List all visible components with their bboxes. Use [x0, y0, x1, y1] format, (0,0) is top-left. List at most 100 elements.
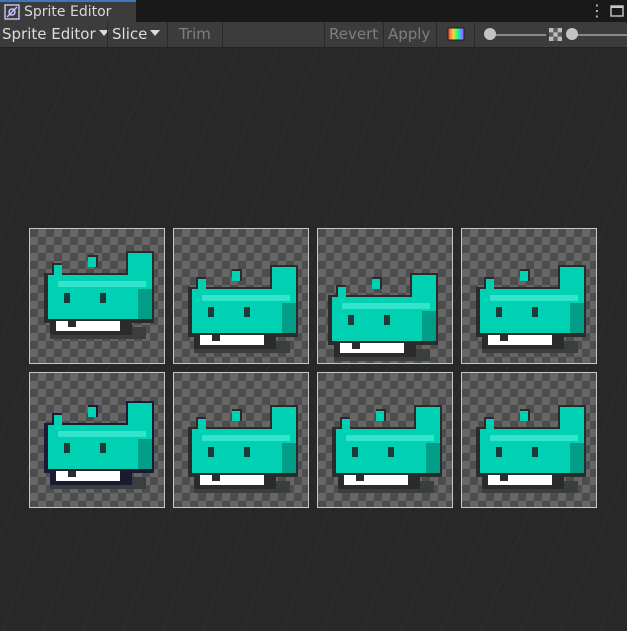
sprite-eye-left	[64, 293, 70, 303]
sprite-eye-left	[208, 307, 214, 317]
chevron-down-icon	[150, 30, 161, 36]
apply-button[interactable]: Apply	[388, 22, 430, 47]
toolbar-divider	[474, 22, 475, 47]
sprite-tooth-gap	[68, 321, 76, 327]
trim-button[interactable]: Trim	[179, 22, 211, 47]
sprite-image	[328, 273, 438, 361]
sprite-ear	[338, 287, 346, 297]
zoom-slider-thumb[interactable]	[484, 28, 496, 40]
sprite-eye-left	[496, 447, 502, 457]
sprite-ear	[232, 271, 240, 281]
sprite-highlight	[490, 295, 578, 301]
sprite-ear	[198, 419, 206, 429]
sprite-mouth	[56, 321, 120, 331]
sprite-mouth	[200, 475, 264, 485]
maximize-icon[interactable]	[609, 3, 625, 19]
sprite-image	[44, 401, 154, 489]
sprite-ear	[54, 265, 62, 275]
sprite-mouth	[488, 335, 552, 345]
toolbar-divider	[107, 22, 108, 47]
sprite-eye-right	[532, 447, 538, 457]
slice-dropdown-label: Slice	[112, 25, 148, 43]
sprite-tooth-gap	[500, 475, 508, 481]
sprite-eye-right	[100, 293, 106, 303]
sprite-mouth	[340, 343, 404, 353]
sprite-frame-cell[interactable]	[173, 372, 309, 508]
sprite-eye-right	[384, 315, 390, 325]
mode-dropdown[interactable]: Sprite Editor	[2, 22, 109, 47]
sprite-ear	[520, 271, 528, 281]
sprite-mouth	[200, 335, 264, 345]
revert-button[interactable]: Revert	[329, 22, 378, 47]
sprite-shade	[138, 439, 152, 469]
sprite-shade	[138, 289, 152, 319]
sprite-frame-cell[interactable]	[461, 372, 597, 508]
sprite-highlight	[58, 431, 146, 437]
sprite-eye-left	[208, 447, 214, 457]
sprite-ear	[486, 279, 494, 289]
toolbar-divider	[222, 22, 223, 47]
sprite-frame-cell[interactable]	[317, 228, 453, 364]
sprite-ear	[372, 279, 380, 289]
sprite-ear	[520, 411, 528, 421]
slice-dropdown[interactable]: Slice	[112, 22, 161, 47]
sprite-frame-cell[interactable]	[317, 372, 453, 508]
sprite-ear	[232, 411, 240, 421]
sprite-tail	[128, 253, 152, 277]
sprite-canvas[interactable]	[0, 48, 627, 631]
sprite-image	[44, 251, 154, 339]
sprite-tail	[128, 403, 152, 427]
sprite-highlight	[342, 303, 430, 309]
tab-sprite-editor[interactable]: Sprite Editor	[0, 0, 136, 22]
sprite-shade	[426, 443, 440, 473]
sprite-image	[188, 265, 298, 353]
sprite-eye-right	[100, 443, 106, 453]
mip-slider-thumb[interactable]	[566, 28, 578, 40]
sprite-tail	[560, 267, 584, 291]
sprite-highlight	[202, 435, 290, 441]
sprite-shade	[422, 311, 436, 341]
sprite-ear	[486, 419, 494, 429]
toolbar-divider	[324, 22, 325, 47]
sprite-frame-cell[interactable]	[461, 228, 597, 364]
sprite-mouth	[344, 475, 408, 485]
sprite-tooth-gap	[356, 475, 364, 481]
sprite-tooth-gap	[352, 343, 360, 349]
sprite-image	[476, 265, 586, 353]
sprite-mouth	[488, 475, 552, 485]
sprite-frame-cell[interactable]	[29, 228, 165, 364]
sprite-highlight	[346, 435, 434, 441]
sprite-tail	[272, 267, 296, 291]
sprite-tooth-gap	[500, 335, 508, 341]
sprite-eye-right	[244, 447, 250, 457]
tab-title: Sprite Editor	[24, 4, 112, 20]
sprite-eye-right	[244, 307, 250, 317]
toolbar-divider	[167, 22, 168, 47]
sprite-ear	[54, 415, 62, 425]
sprite-eye-left	[352, 447, 358, 457]
sprite-eye-left	[496, 307, 502, 317]
sprite-ear	[88, 407, 96, 417]
sprite-image	[332, 405, 442, 493]
sprite-shade	[570, 443, 584, 473]
sprite-sheet	[29, 228, 598, 508]
sprite-frame-cell[interactable]	[173, 228, 309, 364]
sprite-tail	[560, 407, 584, 431]
sprite-ear	[342, 419, 350, 429]
rgb-channel-icon[interactable]	[447, 27, 465, 41]
kebab-menu-icon[interactable]: ⋮	[589, 2, 605, 20]
checker-alpha-icon	[549, 28, 562, 41]
mip-slider-track[interactable]	[570, 34, 627, 36]
sprite-image	[476, 405, 586, 493]
sprite-tooth-gap	[212, 475, 220, 481]
sprite-shade	[570, 303, 584, 333]
sprite-frame-cell[interactable]	[29, 372, 165, 508]
sprite-ear	[198, 279, 206, 289]
sprite-ear	[376, 411, 384, 421]
sprite-eye-left	[64, 443, 70, 453]
sprite-tail	[416, 407, 440, 431]
sprite-tail	[412, 275, 436, 299]
sprite-eye-right	[532, 307, 538, 317]
mode-dropdown-label: Sprite Editor	[2, 25, 96, 43]
sprite-tooth-gap	[212, 335, 220, 341]
